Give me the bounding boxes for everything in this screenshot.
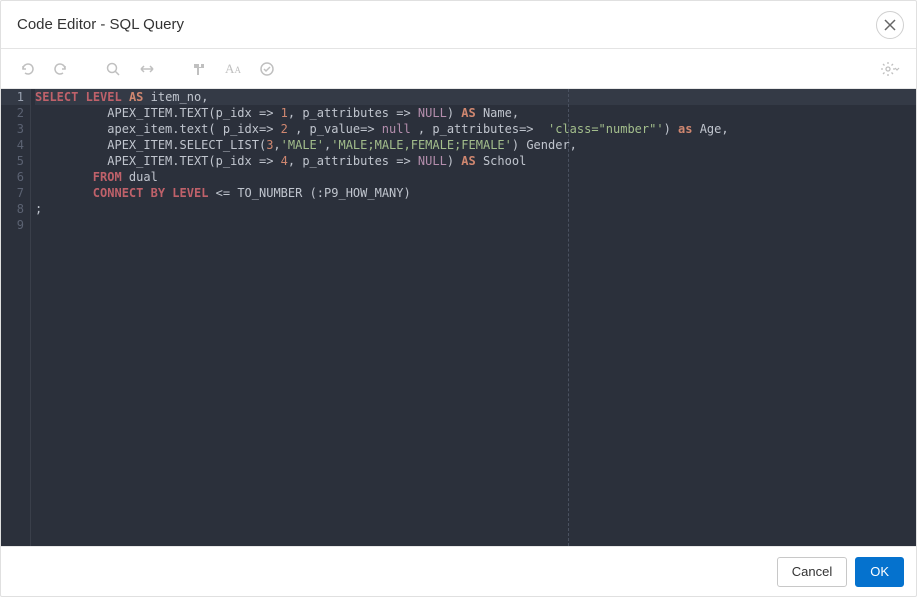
close-icon: [884, 19, 896, 31]
validate-button[interactable]: [251, 53, 283, 85]
check-circle-icon: [259, 61, 275, 77]
code-line[interactable]: APEX_ITEM.SELECT_LIST(3,'MALE','MALE;MAL…: [35, 137, 916, 153]
font-button[interactable]: AA: [217, 53, 249, 85]
arrows-h-icon: [139, 61, 155, 77]
code-line[interactable]: SELECT LEVEL AS item_no,: [35, 89, 916, 105]
dialog-footer: Cancel OK: [1, 546, 916, 596]
line-number: 8: [1, 201, 30, 217]
line-number: 1: [1, 89, 30, 105]
autocomplete-button[interactable]: [131, 53, 163, 85]
line-number: 5: [1, 153, 30, 169]
undo-icon: [19, 61, 35, 77]
line-number: 7: [1, 185, 30, 201]
code-area[interactable]: SELECT LEVEL AS item_no, APEX_ITEM.TEXT(…: [31, 89, 916, 546]
code-line[interactable]: APEX_ITEM.TEXT(p_idx => 4, p_attributes …: [35, 153, 916, 169]
line-number: 2: [1, 105, 30, 121]
dialog-title: Code Editor - SQL Query: [17, 16, 876, 33]
undo-button[interactable]: [11, 53, 43, 85]
code-line[interactable]: CONNECT BY LEVEL <= TO_NUMBER (:P9_HOW_M…: [35, 185, 916, 201]
cancel-button[interactable]: Cancel: [777, 557, 847, 587]
settings-button[interactable]: [874, 53, 906, 85]
line-gutter: 123456789: [1, 89, 31, 546]
line-number: 9: [1, 217, 30, 233]
find-button[interactable]: [97, 53, 129, 85]
code-line[interactable]: apex_item.text( p_idx=> 2 , p_value=> nu…: [35, 121, 916, 137]
indent-button[interactable]: [183, 53, 215, 85]
hammer-icon: [191, 61, 207, 77]
dialog-header: Code Editor - SQL Query: [1, 1, 916, 49]
redo-icon: [53, 61, 69, 77]
line-number: 6: [1, 169, 30, 185]
redo-button[interactable]: [45, 53, 77, 85]
close-button[interactable]: [876, 11, 904, 39]
font-icon: AA: [225, 61, 241, 77]
code-editor[interactable]: 123456789 SELECT LEVEL AS item_no, APEX_…: [1, 89, 916, 546]
code-line[interactable]: FROM dual: [35, 169, 916, 185]
line-number: 4: [1, 137, 30, 153]
line-number: 3: [1, 121, 30, 137]
code-line[interactable]: ;: [35, 201, 916, 217]
code-editor-dialog: Code Editor - SQL Query AA: [0, 0, 917, 597]
gear-icon: [880, 61, 900, 77]
code-line[interactable]: APEX_ITEM.TEXT(p_idx => 1, p_attributes …: [35, 105, 916, 121]
search-icon: [105, 61, 121, 77]
code-line[interactable]: [35, 217, 916, 233]
editor-toolbar: AA: [1, 49, 916, 89]
ok-button[interactable]: OK: [855, 557, 904, 587]
